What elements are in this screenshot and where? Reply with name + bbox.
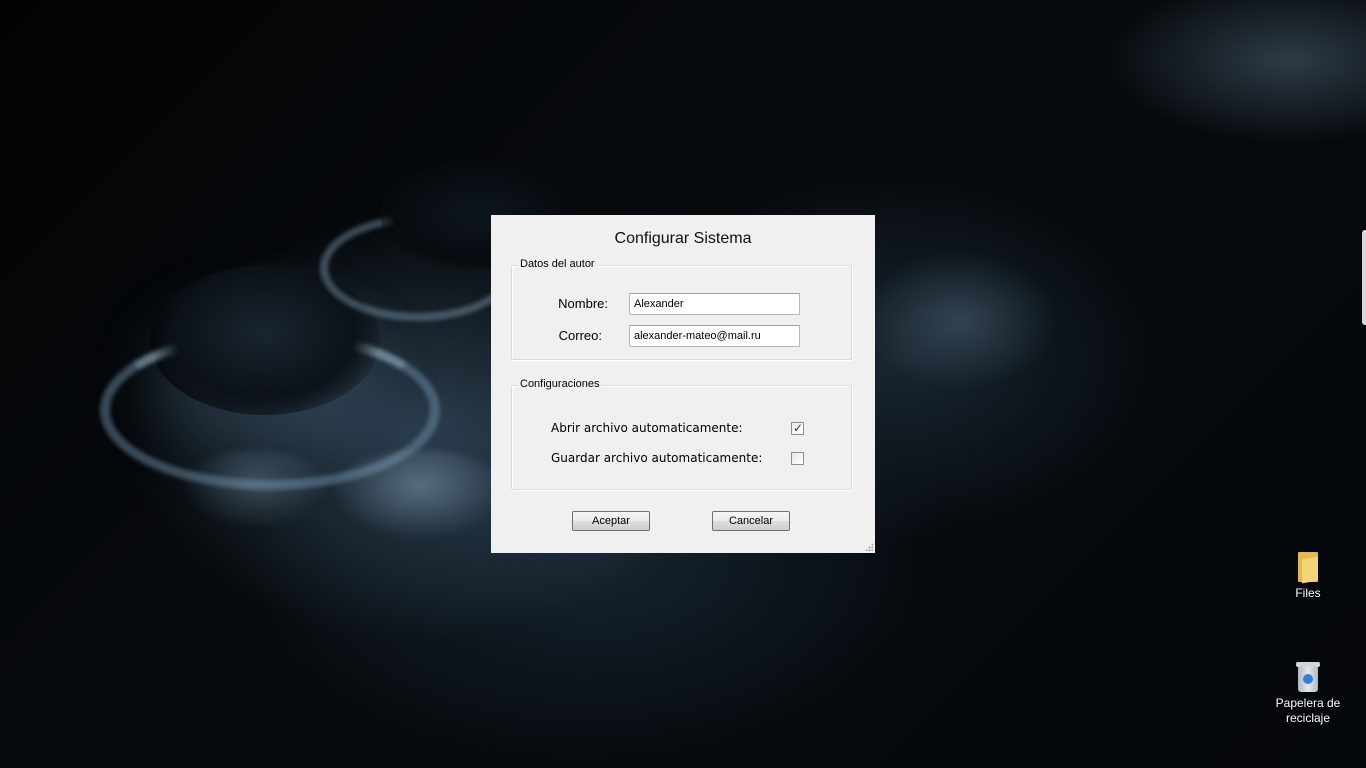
open-auto-label: Abrir archivo automaticamente: [551,421,743,435]
author-group-legend: Datos del autor [518,258,597,270]
wallpaper-controller-button [330,450,510,540]
wallpaper-controller-stick-cap [150,265,380,415]
accept-button[interactable]: Aceptar [572,511,650,531]
name-input[interactable] [629,293,800,315]
desktop-icon-label: Papelera de reciclaje [1275,696,1341,725]
save-auto-label: Guardar archivo automaticamente: [551,451,763,465]
wallpaper-controller-highlight [860,250,1060,390]
configure-system-dialog: Configurar Sistema Datos del autor Nombr… [491,215,875,553]
folder-icon [1296,552,1320,584]
desktop-icon-label: Files [1295,586,1321,600]
wallpaper-controller-ring [320,215,516,321]
recycle-bin-icon [1295,662,1321,692]
open-auto-checkbox[interactable]: ✓ [791,421,804,435]
wallpaper-controller-button [180,450,330,530]
settings-group-legend: Configuraciones [518,378,602,390]
settings-group: Configuraciones [511,378,852,490]
save-auto-checkbox[interactable] [791,452,804,465]
cancel-button[interactable]: Cancelar [712,511,790,531]
dialog-title: Configurar Sistema [614,230,752,247]
name-label: Nombre: [558,296,608,311]
checkmark-icon: ✓ [793,421,804,435]
desktop-icon-recycle-bin[interactable]: Papelera de reciclaje [1268,662,1348,726]
desktop: Files Papelera de reciclaje Configurar S… [0,0,1366,768]
desktop-icon-files[interactable]: Files [1268,552,1348,601]
resize-grip-icon[interactable] [865,543,873,551]
email-input[interactable] [629,325,800,347]
email-label: Correo: [558,328,602,343]
wallpaper-controller-stick [100,330,440,490]
screen-edge-tab[interactable] [1362,230,1366,325]
